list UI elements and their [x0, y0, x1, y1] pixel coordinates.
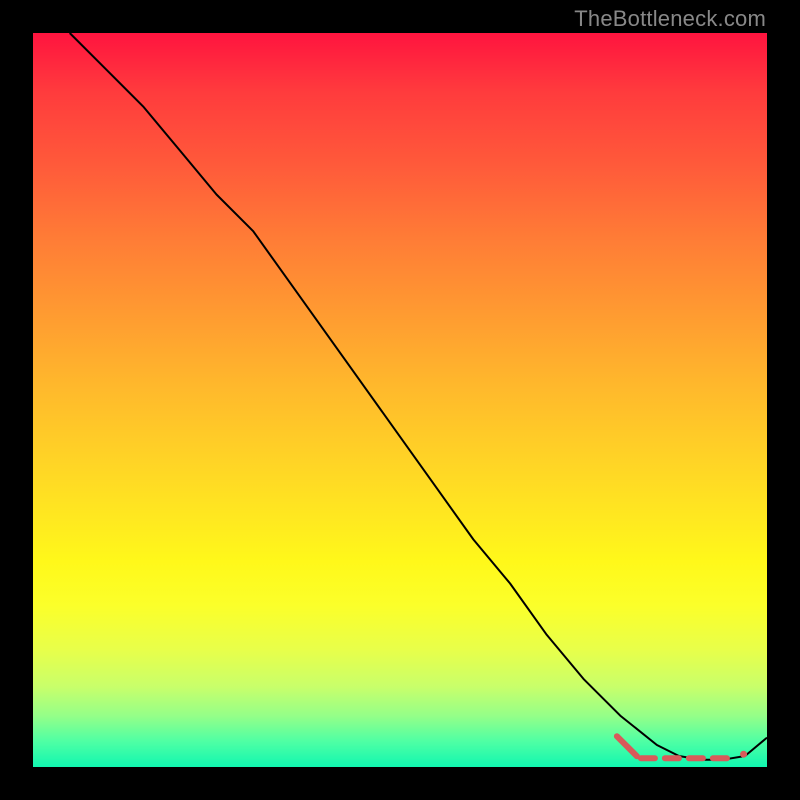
bottleneck-curve: [70, 33, 767, 760]
chart-overlay: [33, 33, 767, 767]
highlight-dash-group: [617, 736, 747, 758]
watermark-text: TheBottleneck.com: [574, 6, 766, 32]
